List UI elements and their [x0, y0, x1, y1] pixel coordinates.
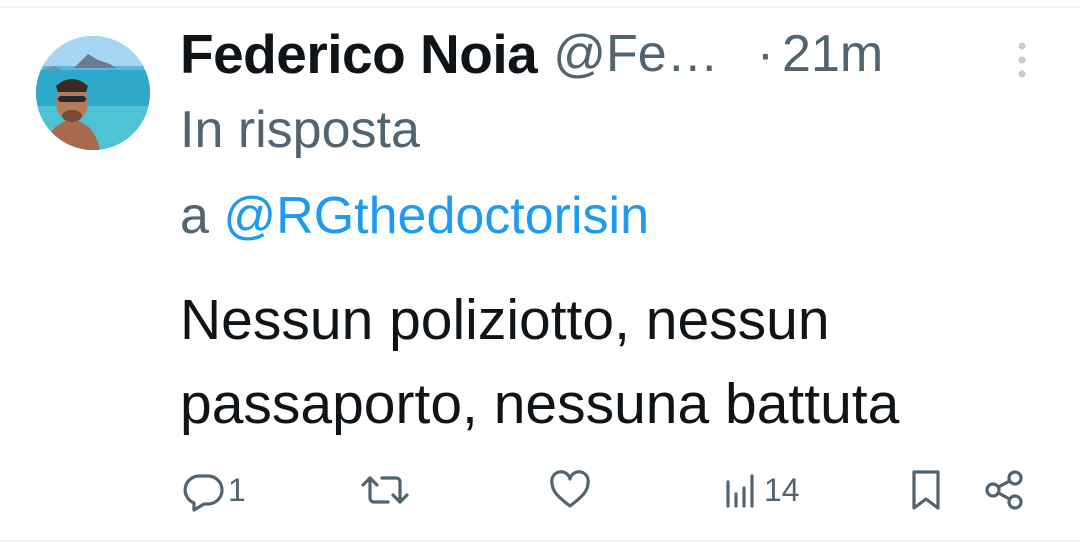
share-icon — [982, 468, 1026, 512]
tweet-text: Nessun poliziotto, nessun passaporto, ne… — [180, 288, 900, 436]
top-divider — [0, 6, 1080, 8]
views-count: 14 — [764, 471, 800, 508]
bookmark-icon — [906, 468, 946, 512]
reply-context: a @RGthedoctorisin — [180, 186, 649, 246]
bookmark-button[interactable] — [906, 468, 946, 512]
reply-prefix: a — [180, 187, 224, 245]
more-vertical-icon[interactable] — [1008, 38, 1036, 82]
display-name[interactable]: Federico Noia — [180, 22, 538, 86]
retweet-icon — [360, 468, 410, 512]
reply-count: 1 — [228, 471, 246, 508]
heart-icon — [548, 468, 592, 512]
views-bar-icon — [722, 468, 762, 512]
reply-bubble-icon — [182, 468, 226, 512]
share-button[interactable] — [982, 468, 1026, 512]
bottom-divider — [0, 540, 1080, 542]
like-button[interactable] — [548, 468, 592, 512]
views-button[interactable]: 14 — [722, 468, 800, 512]
reply-handle-link[interactable]: @RGthedoctorisin — [223, 187, 649, 245]
tweet-header: Federico Noia @Fe… · 21m — [180, 22, 883, 86]
reply-context-label: In risposta — [180, 101, 420, 159]
tweet-card[interactable]: Federico Noia @Fe… · 21m In risposta a @… — [0, 0, 1080, 558]
action-bar: 1 14 — [0, 460, 1080, 520]
reply-button[interactable]: 1 — [182, 468, 246, 512]
user-handle[interactable]: @Fe… — [553, 24, 718, 84]
avatar[interactable] — [36, 36, 150, 150]
timestamp[interactable]: 21m — [782, 24, 883, 84]
retweet-button[interactable] — [360, 468, 410, 512]
separator-dot: · — [756, 25, 775, 83]
